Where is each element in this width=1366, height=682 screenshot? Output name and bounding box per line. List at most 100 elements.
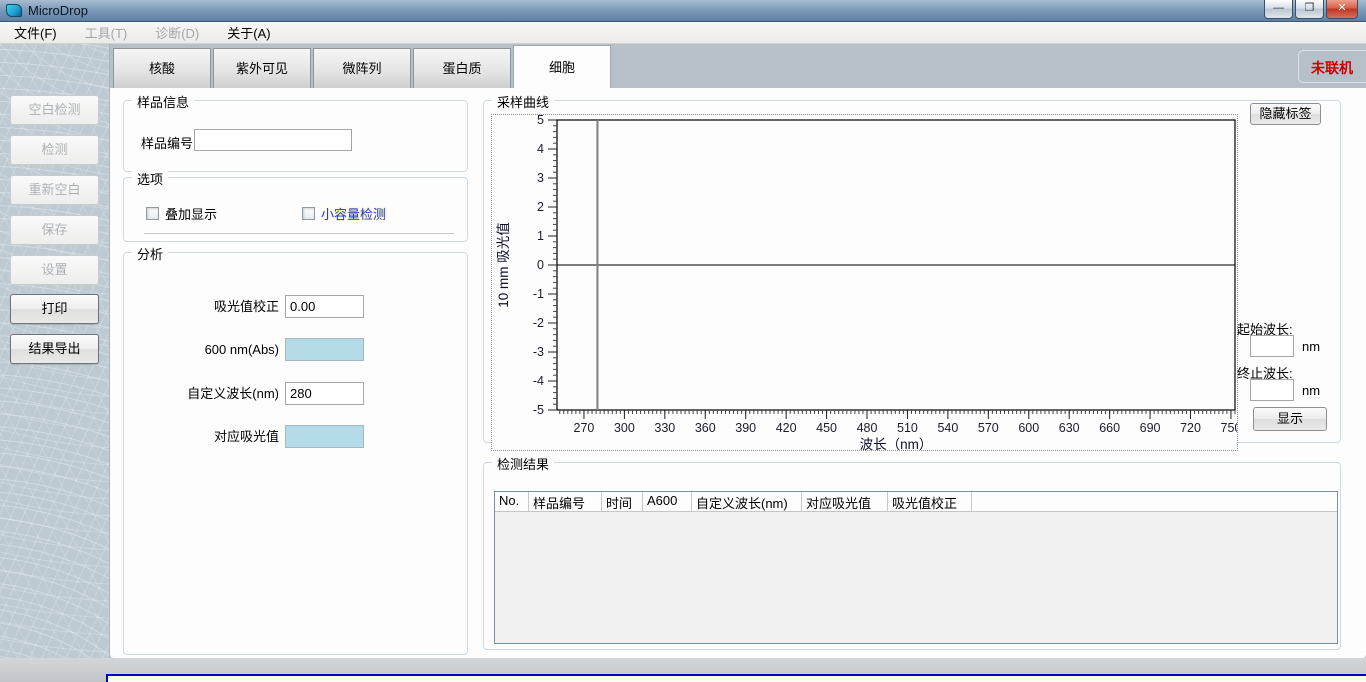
tab-2[interactable]: 微阵列 — [313, 48, 411, 88]
results-table-body — [495, 512, 1337, 644]
sidebar-button-1: 检测 — [10, 135, 99, 165]
svg-text:300: 300 — [614, 421, 635, 435]
checkbox-label-0: 叠加显示 — [165, 204, 217, 223]
menu-item-1: 工具(T) — [71, 21, 142, 45]
restore-button[interactable]: ❐ — [1295, 0, 1324, 19]
connection-box: 未联机 连接 — [1298, 50, 1366, 83]
results-table-header: No.样品编号时间A600自定义波长(nm)对应吸光值吸光值校正 — [495, 492, 1337, 512]
svg-text:720: 720 — [1180, 421, 1201, 435]
svg-text:270: 270 — [574, 421, 595, 435]
svg-text:-4: -4 — [533, 374, 544, 388]
results-column-1[interactable]: 样品编号 — [529, 492, 602, 511]
svg-text:0: 0 — [537, 258, 544, 272]
svg-text:600: 600 — [1018, 421, 1039, 435]
end-wavelength-input[interactable] — [1250, 379, 1294, 401]
menu-item-0[interactable]: 文件(F) — [0, 21, 71, 45]
analysis-label-2: 自定义波长(nm) — [124, 382, 279, 405]
sidebar-button-6[interactable]: 结果导出 — [10, 334, 99, 364]
svg-text:1: 1 — [537, 229, 544, 243]
tab-bar: 未联机 连接 核酸紫外可见微阵列蛋白质细胞 — [110, 44, 1366, 88]
results-column-5[interactable]: 对应吸光值 — [802, 492, 888, 511]
menu-item-3[interactable]: 关于(A) — [213, 21, 284, 45]
sample-id-input[interactable] — [194, 129, 352, 151]
end-unit-label: nm — [1302, 383, 1320, 398]
options-divider — [144, 233, 454, 234]
svg-text:波长（nm）: 波长（nm） — [860, 437, 933, 450]
svg-text:-1: -1 — [533, 287, 544, 301]
close-button[interactable]: ✕ — [1326, 0, 1358, 19]
sidebar-button-2: 重新空白 — [10, 175, 99, 205]
sidebar-button-0: 空白检测 — [10, 95, 99, 125]
analysis-label-3: 对应吸光值 — [124, 425, 279, 448]
svg-text:3: 3 — [537, 171, 544, 185]
analysis-input-0[interactable] — [285, 295, 364, 318]
sample-info-group: 样品信息 样品编号 — [123, 100, 468, 172]
svg-text:10 mm 吸光值: 10 mm 吸光值 — [496, 222, 511, 308]
analysis-readonly-1 — [285, 338, 364, 361]
sample-info-legend: 样品信息 — [132, 92, 194, 111]
svg-text:330: 330 — [654, 421, 675, 435]
svg-text:2: 2 — [537, 200, 544, 214]
results-column-2[interactable]: 时间 — [602, 492, 643, 511]
results-table[interactable]: No.样品编号时间A600自定义波长(nm)对应吸光值吸光值校正 — [494, 491, 1338, 644]
results-column-4[interactable]: 自定义波长(nm) — [692, 492, 802, 511]
results-legend: 检测结果 — [492, 454, 554, 473]
minimize-button[interactable]: — — [1264, 0, 1293, 19]
svg-text:420: 420 — [776, 421, 797, 435]
svg-text:360: 360 — [695, 421, 716, 435]
results-column-0[interactable]: No. — [495, 492, 529, 511]
menu-bar: 文件(F)工具(T)诊断(D)关于(A) — [0, 22, 1366, 44]
app-logo-icon — [6, 4, 22, 17]
tab-3[interactable]: 蛋白质 — [413, 48, 511, 88]
spectrum-chart-svg: 2703003303603904204504805105405706006306… — [492, 115, 1237, 450]
curve-group: 采样曲线 27030033036039042045048051054057060… — [483, 100, 1341, 443]
spectrum-chart: 2703003303603904204504805105405706006306… — [491, 114, 1238, 451]
status-bar — [106, 674, 1366, 682]
svg-text:480: 480 — [857, 421, 878, 435]
sidebar-button-5[interactable]: 打印 — [10, 294, 99, 324]
svg-text:570: 570 — [978, 421, 999, 435]
checkbox-icon[interactable] — [146, 207, 159, 220]
sidebar: 空白检测检测重新空白保存设置打印结果导出 — [0, 44, 110, 658]
svg-text:510: 510 — [897, 421, 918, 435]
options-group: 选项 叠加显示小容量检测 — [123, 177, 468, 242]
svg-text:540: 540 — [937, 421, 958, 435]
window-title: MicroDrop — [28, 3, 88, 18]
svg-text:4: 4 — [537, 142, 544, 156]
tab-1[interactable]: 紫外可见 — [213, 48, 311, 88]
analysis-group: 分析 吸光值校正600 nm(Abs)自定义波长(nm)对应吸光值 — [123, 252, 468, 655]
analysis-label-0: 吸光值校正 — [124, 295, 279, 318]
svg-text:630: 630 — [1059, 421, 1080, 435]
analysis-input-2[interactable] — [285, 382, 364, 405]
svg-text:660: 660 — [1099, 421, 1120, 435]
results-column-6[interactable]: 吸光值校正 — [888, 492, 972, 511]
tab-4[interactable]: 细胞 — [513, 45, 611, 88]
svg-text:450: 450 — [816, 421, 837, 435]
start-unit-label: nm — [1302, 339, 1320, 354]
menu-item-2: 诊断(D) — [141, 21, 213, 45]
hide-labels-button[interactable]: 隐藏标签 — [1250, 103, 1321, 125]
sample-id-label: 样品编号 — [141, 133, 193, 152]
results-column-3[interactable]: A600 — [643, 492, 692, 511]
svg-text:5: 5 — [537, 115, 544, 127]
start-wavelength-input[interactable] — [1250, 335, 1294, 357]
title-bar: MicroDrop — ❐ ✕ — [0, 0, 1366, 22]
checkbox-row-0[interactable]: 叠加显示 — [146, 204, 217, 223]
analysis-readonly-3 — [285, 425, 364, 448]
svg-text:750: 750 — [1221, 421, 1237, 435]
sidebar-button-3: 保存 — [10, 215, 99, 245]
analysis-label-1: 600 nm(Abs) — [124, 338, 279, 361]
tab-page: 样品信息 样品编号 选项 叠加显示小容量检测 分析 吸光值校正600 nm(Ab… — [110, 88, 1366, 658]
sidebar-button-4: 设置 — [10, 255, 99, 285]
checkbox-icon[interactable] — [302, 207, 315, 220]
svg-text:690: 690 — [1140, 421, 1161, 435]
tab-0[interactable]: 核酸 — [113, 48, 211, 88]
connection-status: 未联机 — [1311, 58, 1353, 78]
checkbox-row-1[interactable]: 小容量检测 — [302, 204, 386, 223]
show-button[interactable]: 显示 — [1253, 407, 1327, 431]
svg-text:-2: -2 — [533, 316, 544, 330]
svg-text:-3: -3 — [533, 345, 544, 359]
results-group: 检测结果 No.样品编号时间A600自定义波长(nm)对应吸光值吸光值校正 — [483, 462, 1341, 650]
checkbox-label-1: 小容量检测 — [321, 204, 386, 223]
svg-text:-5: -5 — [533, 403, 544, 417]
